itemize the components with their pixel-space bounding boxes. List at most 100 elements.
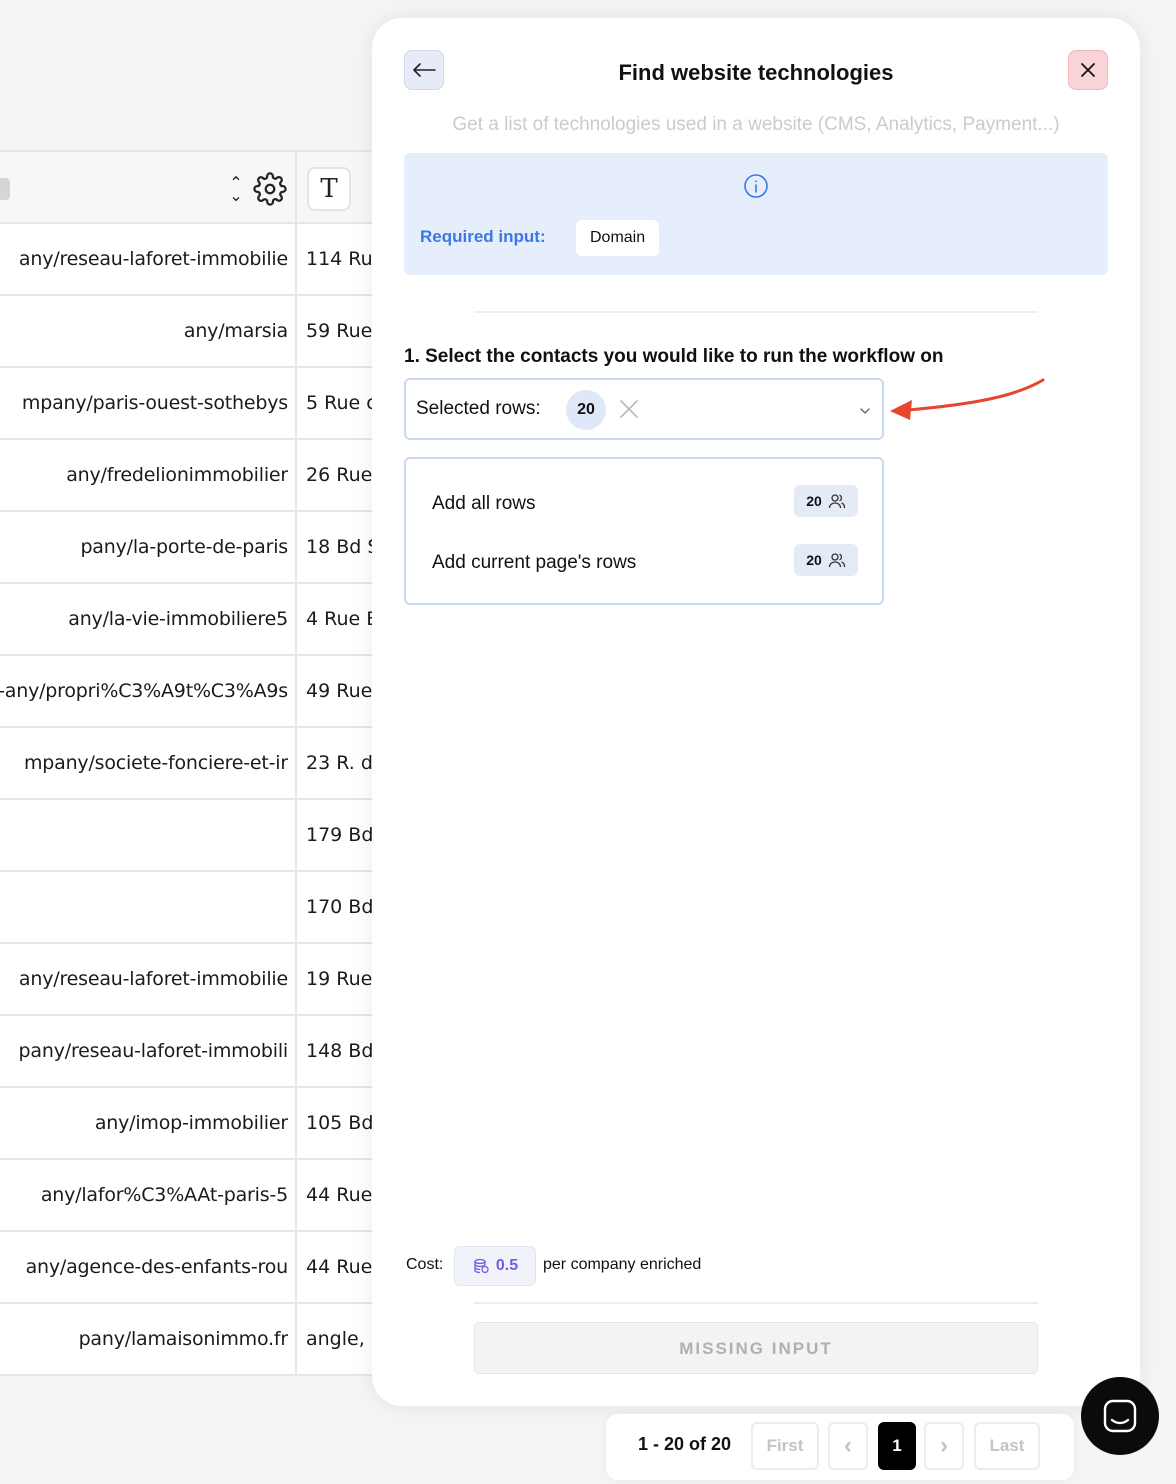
column-separator[interactable]: [295, 152, 297, 222]
column-separator: [295, 656, 297, 726]
table-row[interactable]: mpany/societe-fonciere-et-ir 23 R. de: [0, 728, 380, 800]
row-selector[interactable]: Selected rows: 20: [404, 378, 884, 440]
cost-label: Cost:: [406, 1256, 444, 1273]
url-cell: any/fredelionimmobilier: [66, 464, 288, 486]
url-cell: pany/la-porte-de-paris: [80, 536, 288, 558]
table-row[interactable]: any/imop-immobilier 105 Bd: [0, 1088, 380, 1160]
table-header: ⌃ ⌄ T: [0, 150, 380, 224]
users-icon: [828, 494, 845, 509]
chat-icon: [1103, 1399, 1137, 1433]
missing-input-button[interactable]: MISSING INPUT: [474, 1322, 1038, 1374]
count-value: 20: [806, 493, 822, 509]
column-separator: [295, 224, 297, 294]
sort-icon[interactable]: ⌃ ⌄: [226, 175, 246, 204]
count-value: 20: [806, 552, 822, 568]
table-row[interactable]: any/marsia 59 Rue: [0, 296, 380, 368]
table-row[interactable]: mpany/paris-ouest-sothebys 5 Rue c: [0, 368, 380, 440]
table-row[interactable]: any/reseau-laforet-immobilie 114 Rue: [0, 224, 380, 296]
table-row[interactable]: 170 Bd: [0, 872, 380, 944]
last-page-button[interactable]: Last: [974, 1422, 1040, 1470]
panel-title: Find website technologies: [618, 60, 894, 85]
add-current-page-rows-option[interactable]: Add current page's rows 20: [430, 544, 858, 584]
option-label: Add all rows: [432, 493, 536, 514]
column-separator: [295, 368, 297, 438]
url-cell: pany/reseau-laforet-immobili: [18, 1040, 288, 1062]
next-page-button[interactable]: ›: [924, 1422, 964, 1470]
chevron-down-icon[interactable]: [858, 404, 872, 418]
url-cell: pany/lamaisonimmo.fr: [78, 1328, 288, 1350]
url-cell: any/imop-immobilier: [94, 1112, 288, 1134]
count-badge: 20: [794, 485, 858, 517]
pagination: 1 - 20 of 20 First ‹ 1 › Last: [606, 1414, 1074, 1480]
url-cell: any/reseau-laforet-immobilie: [18, 968, 288, 990]
address-cell: 105 Bd: [306, 1112, 374, 1134]
address-cell: 49 Rue: [306, 680, 373, 702]
url-cell: any/reseau-laforet-immobilie: [18, 248, 288, 270]
current-page-button[interactable]: 1: [878, 1422, 916, 1470]
address-cell: 170 Bd: [306, 896, 374, 918]
cost-suffix: per company enriched: [543, 1256, 702, 1273]
count-badge: 20: [794, 544, 858, 576]
table-row[interactable]: any/la-vie-immobiliere5 4 Rue E: [0, 584, 380, 656]
column-separator: [295, 728, 297, 798]
table-row[interactable]: any/propri%C3%A9t%C3%A9s- 49 Rue: [0, 656, 380, 728]
column-separator: [295, 296, 297, 366]
column-separator: [295, 1088, 297, 1158]
url-cell: any/lafor%C3%AAt-paris-5: [40, 1184, 288, 1206]
close-button[interactable]: [1068, 50, 1108, 90]
cost-value: 0.5: [495, 1257, 519, 1274]
address-cell: 44 Rue: [306, 1184, 373, 1206]
annotation-arrow: [890, 378, 1045, 420]
column-separator: [295, 1016, 297, 1086]
table-row[interactable]: any/fredelionimmobilier 26 Rue: [0, 440, 380, 512]
column-separator: [295, 1304, 297, 1374]
text-type-icon[interactable]: T: [307, 167, 351, 211]
column-separator: [295, 872, 297, 942]
table-row[interactable]: any/agence-des-enfants-rou 44 Rue: [0, 1232, 380, 1304]
table-row[interactable]: pany/la-porte-de-paris 18 Bd S: [0, 512, 380, 584]
address-cell: 5 Rue c: [306, 392, 377, 414]
cost-row: Cost: 0.5 per company enriched: [406, 1246, 906, 1286]
column-separator: [295, 584, 297, 654]
address-cell: 26 Rue: [306, 464, 373, 486]
background-table: ⌃ ⌄ T any/reseau-laforet-immobilie 114 Rue…: [0, 150, 380, 1376]
address-cell: 148 Bd: [306, 1040, 374, 1062]
table-row[interactable]: 179 Bd: [0, 800, 380, 872]
table-row[interactable]: any/reseau-laforet-immobilie 19 Rue: [0, 944, 380, 1016]
address-cell: 18 Bd S: [306, 536, 380, 558]
url-cell: any/agence-des-enfants-rou: [25, 1256, 288, 1278]
selected-rows-label: Selected rows:: [416, 398, 541, 419]
column-separator: [295, 944, 297, 1014]
url-cell: any/marsia: [183, 320, 288, 342]
url-cell: [0, 872, 288, 942]
address-cell: 44 Rue: [306, 1256, 373, 1278]
address-cell: 114 Rue: [306, 248, 380, 270]
url-cell: mpany/paris-ouest-sothebys: [21, 392, 288, 414]
column-edge: [0, 178, 10, 200]
table-row[interactable]: pany/reseau-laforet-immobili 148 Bd: [0, 1016, 380, 1088]
url-cell: any/propri%C3%A9t%C3%A9s-: [0, 680, 288, 702]
column-separator: [295, 512, 297, 582]
column-separator: [295, 1160, 297, 1230]
address-cell: 19 Rue: [306, 968, 373, 990]
required-input-chip: Domain: [576, 220, 660, 256]
add-all-rows-option[interactable]: Add all rows 20: [430, 485, 858, 525]
selected-count-chip: 20: [566, 390, 606, 430]
first-page-button[interactable]: First: [751, 1422, 819, 1470]
gear-icon[interactable]: [253, 172, 287, 206]
required-input-box: Required input: Domain: [404, 153, 1108, 275]
table-row[interactable]: pany/lamaisonimmo.fr angle,: [0, 1304, 380, 1376]
workflow-panel: Find website technologies Get a list of …: [372, 18, 1140, 1406]
chat-launcher-button[interactable]: [1081, 1377, 1159, 1455]
address-cell: 4 Rue E: [306, 608, 379, 630]
option-label: Add current page's rows: [432, 552, 637, 573]
url-cell: mpany/societe-fonciere-et-ir: [23, 752, 288, 774]
cost-chip: 0.5: [454, 1246, 536, 1286]
clear-selection-icon[interactable]: [618, 398, 640, 420]
step-label: 1. Select the contacts you would like to…: [404, 346, 944, 367]
prev-page-button[interactable]: ‹: [828, 1422, 868, 1470]
table-row[interactable]: any/lafor%C3%AAt-paris-5 44 Rue: [0, 1160, 380, 1232]
column-separator: [295, 1232, 297, 1302]
close-icon: [1081, 63, 1095, 77]
divider: [474, 311, 1038, 313]
